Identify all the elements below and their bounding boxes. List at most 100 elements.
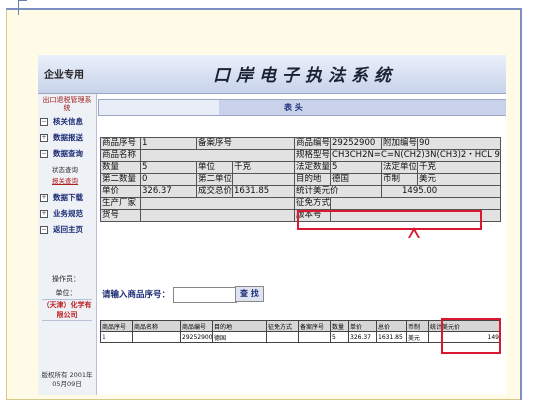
brand-label: 企业专用	[44, 70, 84, 81]
slide-corner-tab	[18, 0, 27, 15]
column-header[interactable]: 币制	[406, 320, 429, 332]
usd-price-label: 统计美元价	[294, 185, 383, 198]
unit2-value	[231, 173, 296, 186]
column-header[interactable]: 总价	[376, 320, 407, 332]
total-value: 1631.85	[231, 185, 296, 198]
section-header-bar: 表 头	[98, 99, 506, 116]
product-code-label: 商品编号	[294, 137, 332, 150]
sidebar-item-label: 数据查询	[53, 149, 83, 158]
table-cell: 美元	[406, 331, 429, 343]
product-name-label: 商品名称	[100, 149, 141, 162]
qty-label: 数量	[100, 161, 141, 174]
currency-value: 美元	[417, 173, 502, 186]
producer-label: 生产厂家	[100, 197, 141, 210]
goods-no-label: 货号	[100, 209, 141, 222]
unit-value: 千克	[231, 161, 296, 174]
column-header[interactable]: 商品序号	[100, 320, 133, 332]
sidebar-item-business-rules[interactable]: + 业务规范	[40, 208, 94, 220]
collapse-icon[interactable]: −	[40, 150, 48, 158]
sidebar-item-data-download[interactable]: + 数据下载	[40, 192, 94, 204]
sidebar-title[interactable]: 出口退税管理系统	[41, 96, 93, 112]
producer-value	[139, 197, 296, 210]
goods-no-value	[139, 209, 296, 222]
collapse-icon[interactable]: −	[40, 118, 48, 126]
unit-price-value: 326.37	[140, 185, 197, 198]
app-title: 口岸电子执法系统	[213, 66, 397, 86]
table-cell: 29252900	[180, 331, 213, 343]
qty2-label: 第二数量	[100, 173, 141, 186]
table-cell	[298, 331, 331, 343]
sidebar-item-label: 数据下载	[53, 193, 83, 202]
expand-icon[interactable]: +	[40, 210, 48, 218]
legal-qty-label: 法定数量	[294, 161, 332, 174]
warning-triangle-inner	[410, 231, 418, 238]
product-code-value: 29252900	[330, 137, 383, 150]
spec-label: 规格型号	[294, 149, 332, 162]
unit-label: 单位	[196, 161, 233, 174]
column-header[interactable]: 数量	[330, 320, 349, 332]
product-seq-value: 1	[140, 137, 197, 150]
product-seq-label: 商品序号	[100, 137, 141, 150]
legal-unit-label: 法定单位	[381, 161, 419, 174]
sidebar-item-customs-info[interactable]: − 核关信息	[40, 116, 94, 128]
table-cell	[266, 331, 299, 343]
company-name: （天津）化学有限公司	[42, 299, 92, 321]
table-cell: 德国	[212, 331, 267, 343]
sidebar-item-home[interactable]: − 返回主页	[40, 224, 94, 236]
total-label: 成交总价	[196, 185, 233, 198]
title-bar: 企业专用 口岸电子执法系统	[38, 55, 506, 94]
sidebar-item-label: 业务规范	[53, 209, 83, 218]
search-prompt: 请输入商品序号：	[102, 290, 171, 300]
product-name-value	[139, 149, 296, 162]
table-cell[interactable]: 1	[100, 331, 133, 343]
legal-unit-value: 千克	[417, 161, 502, 174]
slide-top-rule	[6, 8, 520, 10]
copyright-text: 版权所有 2001年05月09日	[41, 371, 93, 388]
sidebar-item-data-query[interactable]: − 数据查询	[40, 148, 94, 160]
sidebar-item-label: 核关信息	[53, 117, 83, 126]
header-bar-left	[99, 100, 219, 115]
sidebar-item-label: 数据报送	[53, 133, 83, 142]
qty-value: 5	[140, 161, 197, 174]
sidebar-item-data-submit[interactable]: + 数据报送	[40, 132, 94, 144]
dest-value: 德国	[330, 173, 383, 186]
qty2-value: 0	[140, 173, 197, 186]
column-header[interactable]: 商品名称	[132, 320, 181, 332]
column-header[interactable]: 备案序号	[298, 320, 331, 332]
expand-icon[interactable]: +	[40, 194, 48, 202]
spec-value: CH3CH2N=C=N(CH2)3N(CH3)2・HCL 9	[330, 149, 502, 162]
app-window: 企业专用 口岸电子执法系统 出口退税管理系统 − 核关信息 + 数据报送 − 数…	[38, 55, 506, 395]
column-header[interactable]: 单价	[348, 320, 377, 332]
table-cell: 5	[330, 331, 349, 343]
operator-label: 操作员：	[52, 275, 80, 283]
record-seq-label: 备案序号	[195, 137, 296, 150]
exemption-label: 征免方式	[294, 197, 332, 210]
currency-label: 币制	[381, 173, 419, 186]
expand-icon[interactable]: +	[40, 134, 48, 142]
table-cell: 1631.85	[376, 331, 407, 343]
extra-code-label: 附加编号	[381, 137, 419, 150]
unit-price-label: 单价	[100, 185, 141, 198]
table-cell: 326.37	[348, 331, 377, 343]
legal-qty-value: 5	[330, 161, 383, 174]
usd-price-value: 1495.00	[381, 185, 502, 198]
usd-column-highlight	[441, 318, 501, 354]
dest-label: 目的地	[294, 173, 332, 186]
collapse-icon[interactable]: −	[40, 226, 48, 234]
slide-right-rule	[520, 8, 522, 400]
search-button[interactable]: 查 找	[235, 286, 264, 302]
sidebar-subitem-status-query[interactable]: 状态查询	[52, 164, 78, 174]
column-header[interactable]: 商品编号	[180, 320, 213, 332]
sidebar: 出口退税管理系统 − 核关信息 + 数据报送 − 数据查询 状态查询 报关查询 …	[38, 94, 97, 395]
unit2-label: 第二单位	[196, 173, 233, 186]
unit-label: 单位：	[55, 289, 77, 297]
sidebar-subitem-declaration-query[interactable]: 报关查询	[52, 175, 78, 185]
section-header-title: 表 头	[284, 103, 303, 112]
table-cell	[132, 331, 181, 343]
column-header[interactable]: 征免方式	[266, 320, 299, 332]
product-seq-search-input[interactable]	[173, 287, 237, 303]
sidebar-item-label: 返回主页	[53, 225, 83, 234]
column-header[interactable]: 目的地	[212, 320, 267, 332]
exemption-value	[330, 197, 502, 210]
extra-code-value: 90	[417, 137, 502, 150]
